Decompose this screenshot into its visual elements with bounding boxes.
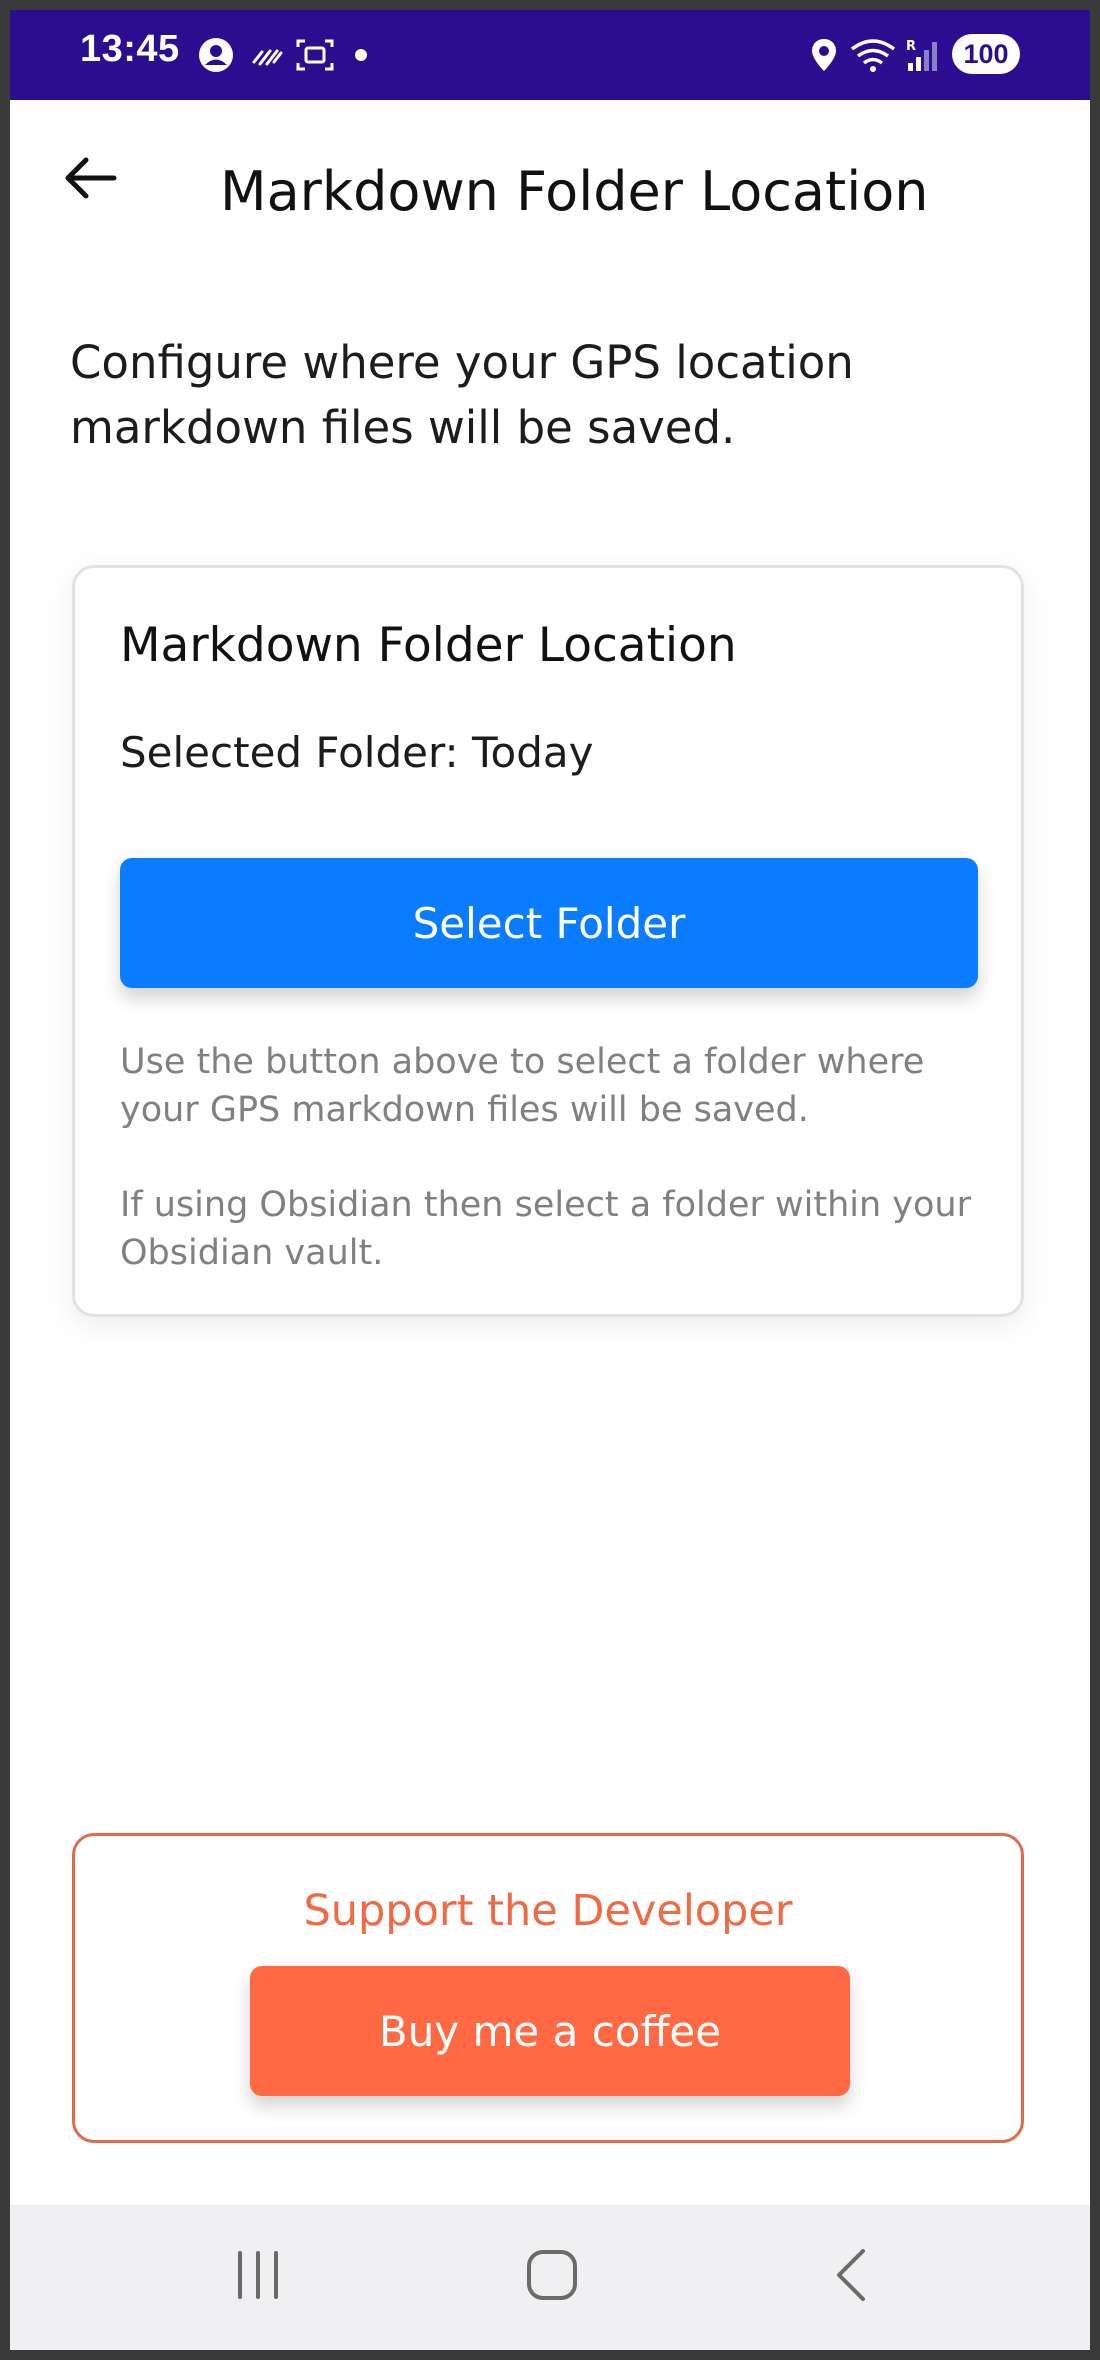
- svg-text:R: R: [906, 39, 916, 54]
- screenshot-icon: [295, 35, 335, 75]
- account-icon: [198, 35, 234, 75]
- location-icon: [810, 35, 838, 75]
- selected-folder-text: Selected Folder: Today: [120, 728, 594, 777]
- help-text-obsidian: If using Obsidian then select a folder w…: [120, 1185, 972, 1273]
- back-button[interactable]: [60, 148, 120, 208]
- page-title: Markdown Folder Location: [220, 160, 929, 223]
- system-navigation-bar: [10, 2205, 1090, 2350]
- back-icon: [837, 2249, 865, 2301]
- battery-indicator: 100: [952, 34, 1020, 74]
- recent-apps-button[interactable]: [213, 2235, 303, 2315]
- dot-icon: [354, 35, 368, 75]
- status-bar: 13:45 R 100: [10, 10, 1090, 100]
- arrow-left-icon: [65, 157, 117, 199]
- home-button[interactable]: [507, 2235, 597, 2315]
- intro-text: Configure where your GPS location markdo…: [70, 336, 854, 454]
- support-developer-card: Support the Developer Buy me a coffee: [72, 1833, 1024, 2143]
- signal-icon: R: [904, 35, 948, 75]
- recent-apps-icon: [238, 2251, 278, 2299]
- app-bar: Markdown Folder Location: [10, 100, 1090, 250]
- folder-location-card: Markdown Folder Location Selected Folder…: [72, 565, 1024, 1317]
- buy-me-a-coffee-button[interactable]: Buy me a coffee: [250, 1966, 850, 2096]
- card-title: Markdown Folder Location: [120, 618, 737, 673]
- app-screen: 13:45 R 100 Markdown Folder Location Con…: [10, 10, 1090, 2350]
- data-saver-icon: [250, 35, 284, 75]
- help-text-select: Use the button above to select a folder …: [120, 1042, 925, 1130]
- status-time: 13:45: [80, 28, 180, 70]
- system-back-button[interactable]: [808, 2235, 898, 2315]
- support-title: Support the Developer: [303, 1886, 793, 1936]
- wifi-icon: [850, 35, 896, 75]
- home-icon: [527, 2250, 577, 2300]
- select-folder-button[interactable]: Select Folder: [120, 858, 978, 988]
